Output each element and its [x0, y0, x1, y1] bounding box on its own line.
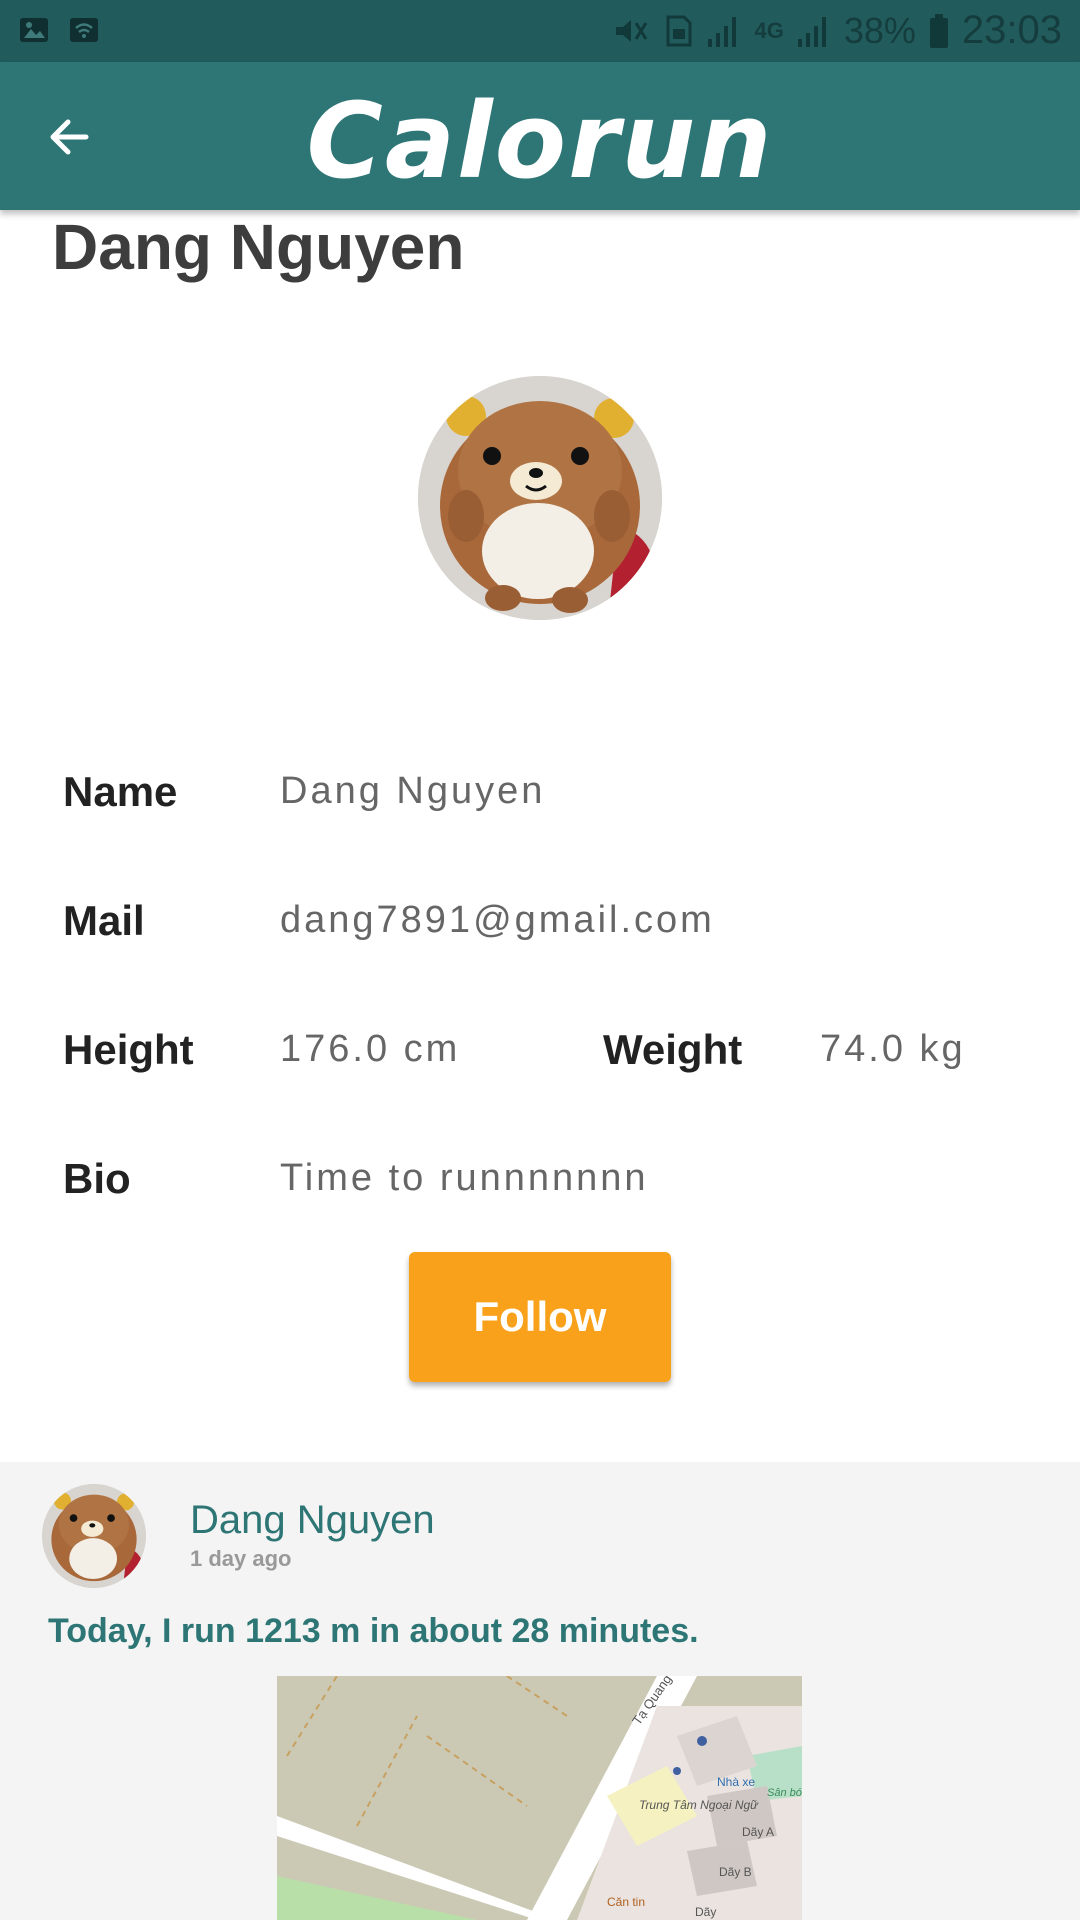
mail-value: dang7891@gmail.com	[280, 899, 715, 941]
bio-value: Time to runnnnnnn	[280, 1157, 649, 1199]
page-title: Dang Nguyen	[52, 211, 465, 283]
map-block-a-label: Dãy A	[742, 1825, 774, 1839]
map-image: Tạ Quang Nhà xe Trung Tâm Ngoại Ngữ Căn …	[277, 1676, 802, 1920]
post-text: Today, I run 1213 m in about 28 minutes.	[48, 1612, 699, 1650]
signal-icon	[708, 16, 737, 47]
name-value: Dang Nguyen	[280, 770, 546, 812]
map-yard-label: Sân bó đá	[767, 1787, 802, 1799]
activity-feed: Dang Nguyen 1 day ago Today, I run 1213 …	[0, 1462, 1080, 1920]
map-block-c-label: Dãy	[695, 1905, 716, 1919]
sim-icon	[666, 15, 692, 46]
battery-percent: 38%	[843, 9, 916, 51]
run-map[interactable]: Tạ Quang Nhà xe Trung Tâm Ngoại Ngữ Căn …	[277, 1676, 802, 1920]
weight-label: Weight	[603, 1026, 743, 1073]
image-icon	[20, 18, 48, 42]
map-canteen-label: Căn tin	[607, 1895, 645, 1909]
weight-value: 74.0 kg	[820, 1028, 966, 1070]
signal-icon-2	[797, 16, 826, 47]
bio-label: Bio	[63, 1155, 131, 1202]
post-timestamp: 1 day ago	[190, 1546, 292, 1571]
height-value: 176.0 cm	[280, 1028, 461, 1070]
height-label: Height	[63, 1026, 194, 1073]
post-avatar[interactable]	[42, 1484, 146, 1588]
follow-button[interactable]: Follow	[409, 1252, 671, 1382]
status-bar: 4G 38% 23:03	[0, 0, 1080, 62]
network-type: 4G	[754, 17, 784, 43]
post-username[interactable]: Dang Nguyen	[190, 1498, 435, 1543]
bear-avatar-image	[42, 1484, 146, 1588]
mute-icon	[616, 19, 648, 42]
battery-icon	[929, 13, 948, 48]
mail-label: Mail	[63, 897, 145, 944]
name-label: Name	[63, 768, 178, 815]
profile-avatar	[418, 376, 662, 620]
map-building-label: Trung Tâm Ngoại Ngữ	[639, 1798, 759, 1812]
bear-avatar-image	[418, 376, 662, 620]
clock: 23:03	[961, 8, 1062, 52]
app-logo: Calorun	[306, 80, 774, 202]
wifi-icon	[70, 18, 98, 42]
app-bar: Calorun	[0, 62, 1080, 210]
map-block-b-label: Dãy B	[719, 1865, 752, 1879]
map-parking-label: Nhà xe	[717, 1775, 755, 1789]
